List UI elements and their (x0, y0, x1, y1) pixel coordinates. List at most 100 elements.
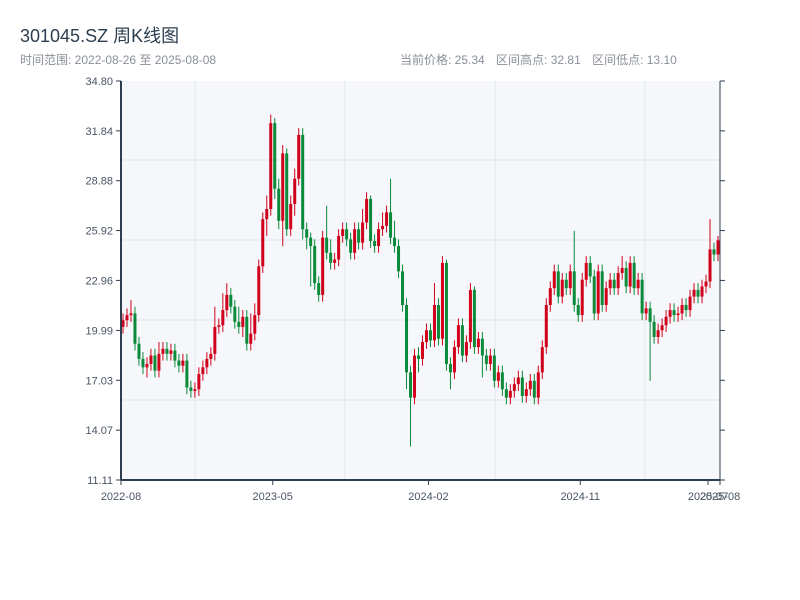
candle-up (205, 358, 209, 368)
candle-up (129, 313, 133, 316)
candle-down (237, 321, 241, 327)
candle-down (277, 188, 281, 221)
candle-up (620, 267, 624, 274)
x-tick-label: 2024-02 (408, 491, 448, 503)
candle-up (265, 209, 269, 220)
candle-down (233, 306, 237, 322)
candle-up (496, 372, 500, 381)
candle-down (632, 262, 636, 289)
candle-down (576, 305, 580, 316)
candle-up (169, 350, 173, 354)
candle-up (157, 353, 161, 371)
candle-up (476, 338, 480, 348)
candle-up (656, 330, 660, 338)
candle-up (636, 279, 640, 289)
candle-down (417, 355, 421, 359)
candle-up (536, 372, 540, 398)
candle-up (628, 262, 632, 287)
candle-up (596, 271, 600, 314)
candle-up (516, 377, 520, 385)
candle-up (668, 310, 672, 317)
candle-down (492, 355, 496, 381)
candle-up (664, 316, 668, 326)
candle-up (464, 342, 468, 356)
candle-down (173, 350, 177, 361)
candle-down (133, 313, 137, 344)
y-tick-label: 25.92 (85, 226, 113, 238)
candle-down (712, 249, 716, 255)
candle-down (357, 229, 361, 243)
y-tick-label: 11.11 (87, 475, 113, 487)
candle-up (361, 222, 365, 243)
candle-up (289, 203, 293, 230)
candle-down (436, 305, 440, 339)
y-tick-label: 22.96 (85, 275, 113, 287)
candle-up (680, 305, 684, 314)
candle-down (532, 380, 536, 398)
candle-down (624, 267, 628, 287)
y-tick-label: 17.03 (85, 375, 113, 387)
candle-up (700, 286, 704, 297)
candle-up (193, 389, 197, 391)
x-tick-label: 2022-08 (101, 491, 141, 503)
candle-down (141, 358, 145, 368)
x-tick-label: 2025-08 (700, 491, 740, 503)
candle-down (696, 289, 700, 297)
candle-down (648, 308, 652, 322)
candle-up (385, 212, 389, 226)
candle-down (329, 252, 333, 263)
candle-up (209, 353, 213, 359)
candle-up (217, 325, 221, 327)
candle-down (684, 305, 688, 311)
candle-down (301, 134, 305, 230)
candle-up (616, 273, 620, 289)
candle-down (409, 372, 413, 398)
candle-up (512, 384, 516, 391)
x-tick-label: 2024-11 (560, 491, 600, 503)
candle-up (145, 363, 149, 368)
candle-up (608, 279, 612, 289)
candle-up (257, 266, 261, 316)
candle-up (540, 347, 544, 373)
candle-up (377, 229, 381, 247)
candle-up (213, 326, 217, 354)
candle-down (317, 283, 321, 295)
candle-down (564, 279, 568, 289)
candle-down (504, 389, 508, 398)
candle-down (588, 262, 592, 277)
candle-down (520, 377, 524, 396)
candle-up (708, 249, 712, 282)
candle-up (269, 123, 273, 210)
candle-down (313, 246, 317, 284)
candle-down (592, 276, 596, 314)
candle-up (432, 305, 436, 341)
candle-up (281, 153, 285, 221)
candle-up (456, 325, 460, 348)
candle-down (572, 271, 576, 306)
candle-up (241, 316, 245, 327)
candle-up (253, 315, 257, 334)
candle-down (500, 372, 504, 390)
candle-up (353, 229, 357, 253)
candle-up (297, 134, 301, 179)
candle-down (652, 321, 656, 338)
candle-down (185, 360, 189, 388)
candle-up (716, 240, 720, 255)
candle-down (405, 305, 409, 373)
candle-up (333, 259, 337, 263)
candle-down (273, 123, 277, 189)
candle-up (125, 315, 129, 321)
candle-up (688, 296, 692, 311)
candle-up (221, 310, 225, 326)
candle-up (321, 237, 325, 295)
candle-down (373, 241, 377, 247)
candle-up (181, 360, 185, 366)
candle-up (676, 313, 680, 316)
candle-up (568, 271, 572, 289)
candle-down (189, 387, 193, 391)
candle-down (640, 279, 644, 314)
candle-down (369, 198, 373, 242)
candle-up (413, 355, 417, 398)
candle-down (472, 289, 476, 348)
candle-up (644, 308, 648, 314)
